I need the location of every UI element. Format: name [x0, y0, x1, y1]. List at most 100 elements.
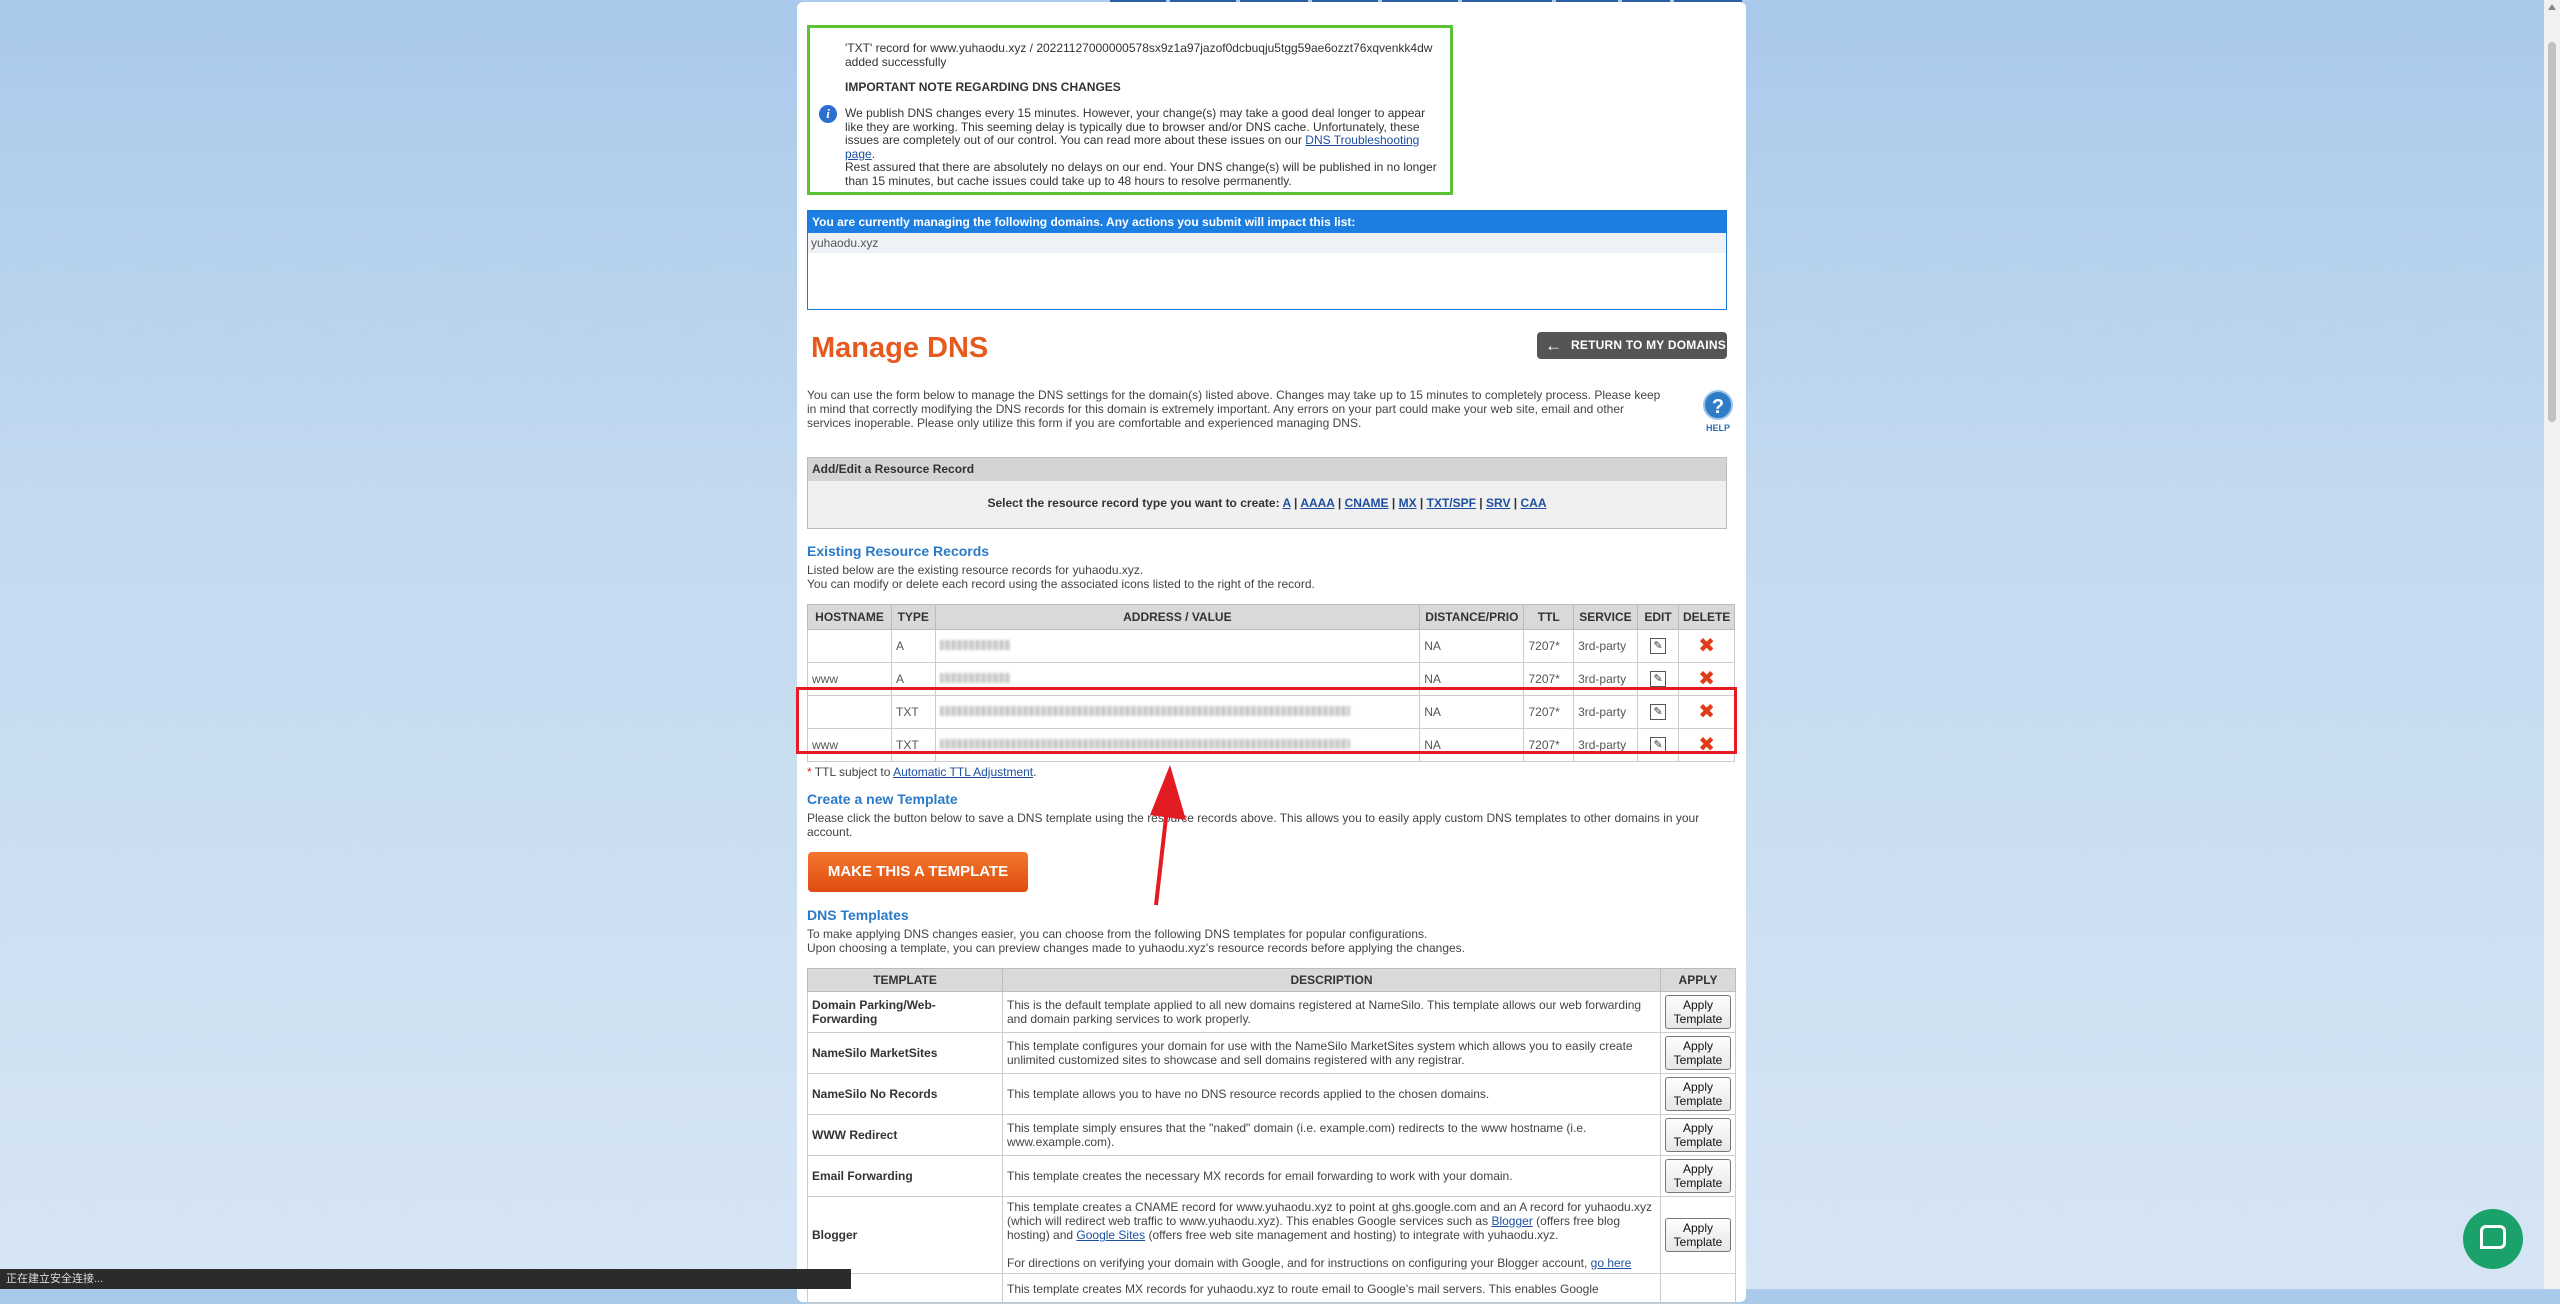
- col-distance: DISTANCE/PRIO: [1419, 604, 1525, 630]
- return-label: RETURN TO MY DOMAINS: [1571, 338, 1726, 352]
- record-type-selector: Select the resource record type you want…: [987, 496, 1547, 510]
- notice-paragraph-2: Rest assured that there are absolutely n…: [845, 160, 1437, 188]
- apply-cell: Apply Template: [1660, 1155, 1736, 1197]
- record-type-mx[interactable]: MX: [1399, 496, 1417, 510]
- add-edit-record-panel: Add/Edit a Resource Record Select the re…: [807, 457, 1727, 529]
- col-address: ADDRESS / VALUE: [934, 604, 1421, 630]
- existing-records-title: Existing Resource Records: [807, 543, 990, 559]
- existing-records-desc-2: You can modify or delete each record usi…: [807, 577, 1315, 591]
- apply-template-button[interactable]: Apply Template: [1665, 1036, 1731, 1070]
- make-template-button[interactable]: MAKE THIS A TEMPLATE: [808, 852, 1028, 892]
- edit-icon: ✎: [1650, 638, 1667, 654]
- managed-domains-header: You are currently managing the following…: [808, 211, 1726, 233]
- notice-line2: added successfully: [845, 55, 947, 69]
- apply-template-button[interactable]: Apply Template: [1665, 1118, 1731, 1152]
- col-type: TYPE: [890, 604, 936, 630]
- create-template-desc: Please click the button below to save a …: [807, 811, 1700, 839]
- template-desc: This template allows you to have no DNS …: [1002, 1073, 1661, 1115]
- success-notice: 'TXT' record for www.yuhaodu.xyz / 20221…: [807, 25, 1453, 195]
- col-hostname: HOSTNAME: [807, 604, 892, 630]
- managed-domain-item: yuhaodu.xyz: [808, 233, 1726, 253]
- col-edit: EDIT: [1636, 604, 1680, 630]
- delete-record-button[interactable]: ✖: [1678, 629, 1735, 663]
- template-desc: This template configures your domain for…: [1002, 1032, 1661, 1074]
- col-description: DESCRIPTION: [1002, 968, 1661, 992]
- record-host: [807, 629, 892, 663]
- templates-header-row: TEMPLATE DESCRIPTION APPLY: [807, 968, 1736, 992]
- record-service: 3rd-party: [1573, 629, 1638, 663]
- edit-record-button[interactable]: ✎: [1636, 629, 1680, 663]
- template-desc: This is the default template applied to …: [1002, 991, 1661, 1033]
- notice-line1: 'TXT' record for www.yuhaodu.xyz / 20221…: [845, 41, 1433, 55]
- help-icon: ?: [1703, 390, 1733, 420]
- record-type: A: [890, 629, 936, 663]
- record-type-caa[interactable]: CAA: [1521, 496, 1547, 510]
- scrollbar-thumb[interactable]: [2548, 42, 2556, 422]
- template-name: WWW Redirect: [807, 1114, 1003, 1156]
- notice-paragraph-1: We publish DNS changes every 15 minutes.…: [845, 106, 1426, 161]
- table-row: NameSilo MarketSites This template confi…: [807, 1032, 1736, 1074]
- dns-templates-title: DNS Templates: [807, 907, 909, 923]
- template-name: Domain Parking/Web-Forwarding: [807, 991, 1003, 1033]
- apply-cell: Apply Template: [1660, 1073, 1736, 1115]
- dns-templates-table: TEMPLATE DESCRIPTION APPLY Domain Parkin…: [807, 968, 1736, 1304]
- help-button[interactable]: ? HELP: [1701, 390, 1735, 433]
- chat-bubble-icon: [2480, 1225, 2506, 1249]
- apply-cell: Apply Template: [1660, 1196, 1736, 1274]
- apply-template-button[interactable]: Apply Template: [1665, 995, 1731, 1029]
- apply-cell: Apply Template: [1660, 1032, 1736, 1074]
- page-scrollbar[interactable]: [2544, 0, 2560, 1289]
- table-row: WWW Redirect This template simply ensure…: [807, 1114, 1736, 1156]
- blogger-link[interactable]: Blogger: [1491, 1214, 1532, 1228]
- record-type-a[interactable]: A: [1282, 496, 1290, 510]
- main-panel: 'TXT' record for www.yuhaodu.xyz / 20221…: [796, 2, 1746, 1304]
- col-service: SERVICE: [1573, 604, 1638, 630]
- records-header-row: HOSTNAME TYPE ADDRESS / VALUE DISTANCE/P…: [807, 604, 1735, 630]
- google-sites-link[interactable]: Google Sites: [1076, 1228, 1145, 1242]
- template-desc: This template creates a CNAME record for…: [1002, 1196, 1661, 1274]
- apply-template-button[interactable]: Apply Template: [1665, 1159, 1731, 1193]
- ttl-note: * TTL subject to Automatic TTL Adjustmen…: [807, 765, 1037, 779]
- apply-cell: Apply Template: [1660, 1114, 1736, 1156]
- edit-icon: ✎: [1650, 671, 1667, 687]
- return-to-domains-button[interactable]: ← RETURN TO MY DOMAINS: [1537, 332, 1727, 359]
- record-type-cname[interactable]: CNAME: [1345, 496, 1389, 510]
- col-template: TEMPLATE: [807, 968, 1003, 992]
- dns-templates-desc-1: To make applying DNS changes easier, you…: [807, 927, 1428, 941]
- record-type-srv[interactable]: SRV: [1486, 496, 1510, 510]
- page-title: Manage DNS: [811, 332, 989, 364]
- record-type-prompt: Select the resource record type you want…: [987, 496, 1280, 510]
- template-name: Blogger: [807, 1196, 1003, 1274]
- blogger-desc-2: For directions on verifying your domain …: [1007, 1256, 1588, 1270]
- record-distance: NA: [1419, 629, 1525, 663]
- scroll-up-icon[interactable]: [2548, 4, 2556, 10]
- help-label: HELP: [1705, 423, 1730, 433]
- intro-text: You can use the form below to manage the…: [807, 388, 1661, 430]
- info-icon: i: [819, 105, 837, 123]
- template-desc: This template simply ensures that the "n…: [1002, 1114, 1661, 1156]
- record-ttl: 7207*: [1523, 629, 1575, 663]
- blogger-desc-mid-2: (offers free web site management and hos…: [1148, 1228, 1559, 1242]
- create-template-title: Create a new Template: [807, 791, 958, 807]
- template-name: NameSilo No Records: [807, 1073, 1003, 1115]
- automatic-ttl-link[interactable]: Automatic TTL Adjustment: [893, 765, 1033, 779]
- template-name: NameSilo MarketSites: [807, 1032, 1003, 1074]
- apply-template-button[interactable]: Apply Template: [1665, 1077, 1731, 1111]
- apply-template-button[interactable]: Apply Template: [1665, 1218, 1731, 1252]
- record-type-txt-spf[interactable]: TXT/SPF: [1427, 496, 1476, 510]
- ttl-note-text: TTL subject to: [814, 765, 891, 779]
- col-apply: APPLY: [1660, 968, 1736, 992]
- browser-status-bar: 正在建立安全连接...: [0, 1269, 851, 1289]
- record-type-aaaa[interactable]: AAAA: [1300, 496, 1334, 510]
- delete-x-icon: ✖: [1698, 635, 1716, 657]
- go-here-link[interactable]: go here: [1591, 1256, 1632, 1270]
- add-edit-header: Add/Edit a Resource Record: [808, 458, 1726, 481]
- table-row: A NA 7207* 3rd-party ✎ ✖: [807, 629, 1735, 663]
- notice-heading: IMPORTANT NOTE REGARDING DNS CHANGES: [845, 80, 1121, 94]
- record-value-redacted: [934, 629, 1421, 663]
- table-row: NameSilo No Records This template allows…: [807, 1073, 1736, 1115]
- dns-templates-desc-2: Upon choosing a template, you can previe…: [807, 941, 1466, 955]
- managed-domains-box: You are currently managing the following…: [807, 210, 1727, 310]
- live-chat-button[interactable]: [2463, 1209, 2523, 1269]
- col-ttl: TTL: [1523, 604, 1575, 630]
